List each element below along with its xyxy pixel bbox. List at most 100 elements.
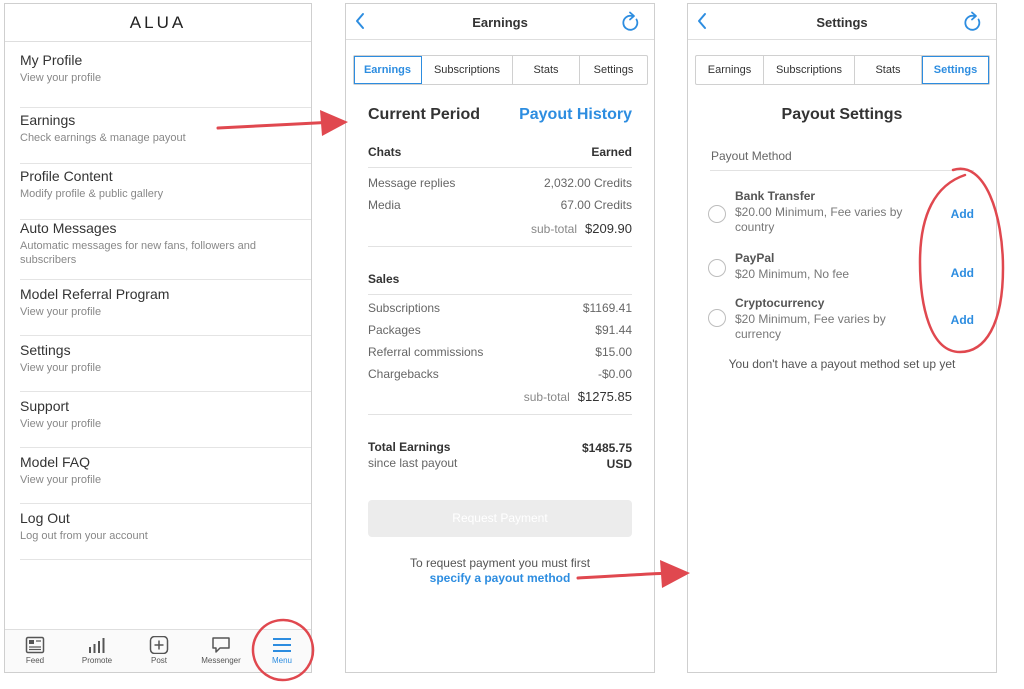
header: Earnings <box>346 4 654 40</box>
row-label: Packages <box>368 323 421 337</box>
tab-label: Promote <box>81 656 113 665</box>
messenger-icon <box>212 637 230 653</box>
payout-option-bank-transfer: Bank Transfer $20.00 Minimum, Fee varies… <box>708 189 976 239</box>
menu-item-auto-messages[interactable]: Auto Messages Automatic messages for new… <box>20 220 311 280</box>
row-value: 2,032.00 Credits <box>543 176 632 190</box>
row-value: $91.44 <box>595 323 632 337</box>
row-label: Subscriptions <box>368 301 441 315</box>
tab-post[interactable]: Post <box>134 636 184 665</box>
option-name: Cryptocurrency <box>735 296 825 310</box>
menu-item-profile-content[interactable]: Profile Content Modify profile & public … <box>20 164 311 220</box>
option-name: Bank Transfer <box>735 189 816 203</box>
earned-label: Earned <box>591 145 632 159</box>
menu-icon <box>273 638 291 652</box>
settings-tabs: Earnings Subscriptions Stats Settings <box>695 55 990 85</box>
page-title: Settings <box>816 15 868 30</box>
sales-row: Chargebacks -$0.00 <box>368 367 632 381</box>
menu-item-subtitle: View your profile <box>20 306 102 318</box>
row-value: $15.00 <box>595 345 632 359</box>
tab-menu[interactable]: Menu <box>257 636 307 665</box>
settings-screen: Settings Earnings Subscriptions Stats Se… <box>687 3 997 673</box>
subtotal-label: sub-total <box>523 390 570 404</box>
total-currency: USD <box>606 457 632 471</box>
sales-row: Packages $91.44 <box>368 323 632 337</box>
menu-item-my-profile[interactable]: My Profile View your profile <box>20 52 311 108</box>
annotation-arrowhead <box>320 110 348 136</box>
annotation-arrowhead <box>660 560 690 588</box>
payout-history-link[interactable]: Payout History <box>519 106 632 124</box>
sales-row: Subscriptions $1169.41 <box>368 301 632 315</box>
menu-item-subtitle: Automatic messages for new fans, followe… <box>20 240 257 266</box>
tab-messenger[interactable]: Messenger <box>196 636 246 665</box>
request-note: To request payment you must first <box>409 556 591 570</box>
menu-item-model-faq[interactable]: Model FAQ View your profile <box>20 448 311 504</box>
bottom-tab-bar: Feed Promote Post Messenger Menu <box>5 629 311 672</box>
add-bank-transfer-button[interactable]: Add <box>951 207 974 221</box>
tab-feed[interactable]: Feed <box>10 636 60 665</box>
tab-earnings[interactable]: Earnings <box>354 56 422 84</box>
option-description: $20.00 Minimum, Fee varies by country <box>735 205 903 234</box>
row-label: Media <box>368 198 401 212</box>
menu-item-settings[interactable]: Settings View your profile <box>20 336 311 392</box>
total-amount: $1485.75 <box>581 441 632 455</box>
row-value: 67.00 Credits <box>560 198 632 212</box>
divider <box>710 170 974 171</box>
payout-option-paypal: PayPal $20 Minimum, No fee Add <box>708 251 976 287</box>
tab-label: Menu <box>271 656 292 665</box>
option-description: $20 Minimum, Fee varies by currency <box>735 312 886 341</box>
divider <box>368 246 632 247</box>
specify-payout-method-link[interactable]: specify a payout method <box>346 571 654 585</box>
chats-row: Message replies 2,032.00 Credits <box>368 176 632 190</box>
total-earnings-label: Total Earnings <box>368 440 451 454</box>
radio-button[interactable] <box>708 205 726 223</box>
menu-item-earnings[interactable]: Earnings Check earnings & manage payout <box>20 108 311 164</box>
chats-header: Chats Earned <box>368 145 632 159</box>
menu-item-subtitle: Modify profile & public gallery <box>20 188 164 200</box>
subtotal-label: sub-total <box>530 222 577 236</box>
menu-item-model-referral[interactable]: Model Referral Program View your profile <box>20 280 311 336</box>
payout-settings-title: Payout Settings <box>781 106 903 123</box>
radio-button[interactable] <box>708 259 726 277</box>
refresh-icon[interactable] <box>963 11 983 38</box>
header: Settings <box>688 4 996 40</box>
radio-button[interactable] <box>708 309 726 327</box>
tab-promote[interactable]: Promote <box>72 636 122 665</box>
menu-item-subtitle: View your profile <box>20 418 102 430</box>
menu-item-log-out[interactable]: Log Out Log out from your account <box>20 504 311 560</box>
payout-option-cryptocurrency: Cryptocurrency $20 Minimum, Fee varies b… <box>708 296 976 346</box>
tab-stats[interactable]: Stats <box>855 56 922 84</box>
tab-settings[interactable]: Settings <box>922 56 989 84</box>
no-payout-method-note: You don't have a payout method set up ye… <box>728 357 956 371</box>
option-description: $20 Minimum, No fee <box>735 267 850 281</box>
request-payment-button[interactable]: Request Payment <box>368 500 632 537</box>
payout-method-label: Payout Method <box>711 149 792 163</box>
refresh-icon[interactable] <box>621 11 641 38</box>
option-name: PayPal <box>735 251 775 265</box>
menu-item-support[interactable]: Support View your profile <box>20 392 311 448</box>
menu-item-subtitle: View your profile <box>20 362 102 374</box>
row-label: Referral commissions <box>368 345 484 359</box>
post-icon <box>149 636 169 654</box>
total-earnings-sublabel: since last payout <box>368 456 458 470</box>
menu-item-title: Support <box>20 398 70 414</box>
earnings-screen: Earnings Earnings Subscriptions Stats Se… <box>345 3 655 673</box>
menu-item-title: My Profile <box>20 52 83 68</box>
menu-item-subtitle: Log out from your account <box>20 530 148 542</box>
sales-label: Sales <box>368 272 400 286</box>
sales-header: Sales <box>368 272 632 286</box>
tab-label: Feed <box>25 656 45 665</box>
add-cryptocurrency-button[interactable]: Add <box>951 313 974 327</box>
tab-label: Messenger <box>201 656 241 665</box>
tab-settings[interactable]: Settings <box>580 56 647 84</box>
tab-stats[interactable]: Stats <box>513 56 580 84</box>
promote-icon <box>89 638 105 653</box>
earnings-tabs: Earnings Subscriptions Stats Settings <box>353 55 648 85</box>
tab-subscriptions[interactable]: Subscriptions <box>764 56 855 84</box>
menu-item-title: Earnings <box>20 112 76 128</box>
menu-item-title: Model FAQ <box>20 454 91 470</box>
current-period-title: Current Period <box>368 106 481 123</box>
add-paypal-button[interactable]: Add <box>951 266 974 280</box>
tab-earnings[interactable]: Earnings <box>696 56 764 84</box>
menu-item-title: Model Referral Program <box>20 286 170 302</box>
tab-subscriptions[interactable]: Subscriptions <box>422 56 513 84</box>
